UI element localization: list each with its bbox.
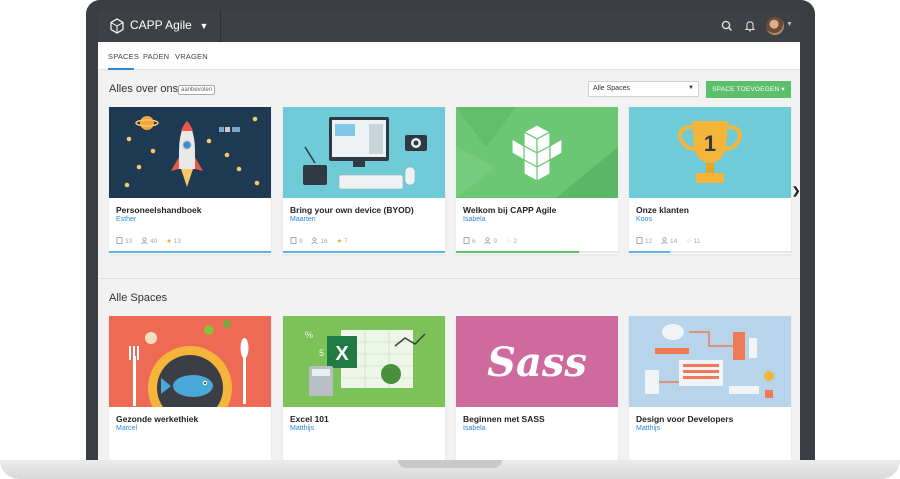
progress-fill bbox=[629, 251, 670, 253]
space-card-title: Personeelshandboek bbox=[116, 205, 202, 215]
search-icon[interactable] bbox=[720, 19, 734, 33]
space-card-image: X % 5 bbox=[283, 316, 445, 407]
add-space-button[interactable]: SPACE TOEVOEGEN ▾ bbox=[706, 81, 791, 98]
stars-count: 7 bbox=[344, 238, 348, 245]
space-card-title: Design voor Developers bbox=[636, 414, 734, 424]
progress-fill bbox=[109, 251, 271, 253]
space-card[interactable]: Design voor Developers Matthijs bbox=[629, 316, 791, 460]
space-card[interactable]: Sass Beginnen met SASS Isabela bbox=[456, 316, 618, 460]
space-card-image bbox=[456, 107, 618, 198]
space-card-stats: 33 40 ★ 13 bbox=[116, 237, 188, 245]
all-spaces-title: Alle Spaces bbox=[109, 292, 168, 304]
svg-text:%: % bbox=[305, 330, 313, 340]
space-card-image bbox=[109, 316, 271, 407]
space-card-image bbox=[629, 316, 791, 407]
svg-text:X: X bbox=[335, 343, 349, 365]
spaces-filter-value: Alle Spaces bbox=[593, 85, 630, 92]
space-card-author[interactable]: Matthijs bbox=[290, 425, 314, 432]
space-card-author[interactable]: Isabela bbox=[463, 425, 486, 432]
featured-section-title: Alles over ons bbox=[109, 83, 179, 95]
pages-count: 9 bbox=[299, 238, 303, 245]
space-card-author[interactable]: Maarten bbox=[290, 216, 316, 223]
tab-vragen[interactable]: VRAGEN bbox=[175, 52, 208, 61]
space-card-author[interactable]: Matthijs bbox=[636, 425, 660, 432]
space-card[interactable]: 1 Onze klanten Koos 12 14 ☆ 11 bbox=[629, 107, 791, 254]
progress-bar bbox=[109, 251, 271, 253]
stars-count: 11 bbox=[693, 238, 701, 245]
spaces-filter-select[interactable]: Alle Spaces ▼ bbox=[588, 81, 699, 97]
space-card[interactable]: Personeelshandboek Esther 33 40 ★ 13 bbox=[109, 107, 271, 254]
bookmark-icon bbox=[636, 237, 643, 244]
chevron-down-icon[interactable]: ▼ bbox=[198, 20, 210, 32]
stars-count: 13 bbox=[173, 238, 181, 245]
users-count: 40 bbox=[150, 238, 158, 245]
active-tab-indicator bbox=[108, 68, 134, 70]
tab-spaces[interactable]: SPACES bbox=[108, 52, 139, 61]
users-count: 14 bbox=[670, 238, 678, 245]
space-card-image bbox=[109, 107, 271, 198]
star-filled-icon[interactable]: ★ bbox=[166, 238, 172, 245]
users-icon bbox=[484, 237, 492, 245]
space-card[interactable]: X % 5 Excel 101 Matthijs bbox=[283, 316, 445, 460]
space-card-title: Onze klanten bbox=[636, 205, 689, 215]
topbar-divider bbox=[220, 10, 221, 42]
tab-bar: SPACES PADEN VRAGEN bbox=[98, 42, 800, 70]
space-card[interactable]: Bring your own device (BYOD) Maarten 9 1… bbox=[283, 107, 445, 254]
star-filled-icon[interactable]: ★ bbox=[336, 238, 342, 245]
space-card-image: 1 bbox=[629, 107, 791, 198]
tab-paden[interactable]: PADEN bbox=[143, 52, 169, 61]
progress-bar bbox=[629, 251, 791, 253]
progress-bar bbox=[456, 251, 618, 253]
space-card-stats: 12 14 ☆ 11 bbox=[636, 237, 707, 245]
app-title[interactable]: CAPP Agile bbox=[130, 18, 192, 32]
laptop-notch bbox=[398, 460, 502, 468]
users-icon bbox=[141, 237, 148, 245]
bookmark-icon bbox=[463, 237, 470, 244]
avatar[interactable] bbox=[766, 17, 784, 35]
progress-fill bbox=[456, 251, 580, 253]
pages-count: 6 bbox=[472, 238, 476, 245]
space-card-author[interactable]: Isabela bbox=[463, 216, 486, 223]
bookmark-icon bbox=[290, 237, 297, 244]
chevron-right-icon[interactable]: ❯ bbox=[792, 186, 800, 197]
section-separator bbox=[98, 278, 800, 279]
users-icon bbox=[311, 237, 319, 245]
progress-bar bbox=[283, 251, 445, 253]
space-card-title: Welkom bij CAPP Agile bbox=[463, 205, 557, 215]
space-card-image: Sass bbox=[456, 316, 618, 407]
pages-count: 33 bbox=[125, 238, 133, 245]
users-count: 9 bbox=[493, 238, 498, 245]
space-card-author[interactable]: Koos bbox=[636, 216, 652, 223]
avatar-chevron-down-icon[interactable]: ▼ bbox=[786, 21, 793, 28]
svg-text:1: 1 bbox=[704, 131, 716, 156]
space-card[interactable]: Gezonde werkethiek Marcel bbox=[109, 316, 271, 460]
space-card-image bbox=[283, 107, 445, 198]
space-card-author[interactable]: Esther bbox=[116, 216, 136, 223]
app-screen: CAPP Agile ▼ ▼ SPACES PADEN VRAGEN Alles… bbox=[98, 10, 800, 460]
space-card-stats: 6 9 ☆ 2 bbox=[463, 237, 524, 245]
space-card-stats: 9 16 ★ 7 bbox=[290, 237, 355, 245]
space-card-title: Bring your own device (BYOD) bbox=[290, 205, 414, 215]
bookmark-icon bbox=[116, 237, 123, 244]
space-card[interactable]: Welkom bij CAPP Agile Isabela 6 9 ☆ 2 bbox=[456, 107, 618, 254]
pages-count: 12 bbox=[645, 238, 653, 245]
stars-count: 2 bbox=[513, 238, 518, 245]
space-card-author[interactable]: Marcel bbox=[116, 425, 137, 432]
progress-fill bbox=[283, 251, 445, 253]
users-count: 16 bbox=[320, 238, 328, 245]
top-bar: CAPP Agile ▼ ▼ bbox=[98, 10, 800, 42]
chevron-down-icon: ▼ bbox=[688, 85, 694, 91]
star-outline-icon[interactable]: ☆ bbox=[686, 238, 692, 245]
bell-icon[interactable] bbox=[743, 19, 757, 33]
users-icon bbox=[661, 237, 668, 245]
space-card-title: Beginnen met SASS bbox=[463, 414, 545, 424]
recommended-badge: aanbevolen bbox=[178, 85, 216, 95]
add-space-label: SPACE TOEVOEGEN bbox=[712, 86, 780, 93]
star-outline-icon[interactable]: ☆ bbox=[506, 238, 512, 245]
space-card-title: Excel 101 bbox=[290, 414, 329, 424]
space-card-title: Gezonde werkethiek bbox=[116, 414, 199, 424]
svg-text:5: 5 bbox=[319, 348, 324, 358]
sass-logo-lettering: Sass bbox=[487, 339, 587, 386]
cube-icon[interactable] bbox=[109, 18, 125, 34]
